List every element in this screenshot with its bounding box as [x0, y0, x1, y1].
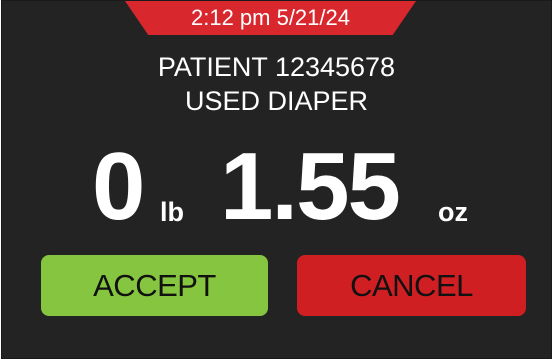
- timestamp-tab: 2:12 pm 5/21/24: [125, 1, 416, 35]
- item-description: USED DIAPER: [184, 86, 369, 116]
- cancel-button[interactable]: CANCEL: [297, 255, 526, 316]
- scale-screen: 2:12 pm 5/21/24 PATIENT 12345678 USED DI…: [1, 0, 552, 359]
- weight-readout: 0 lb 1.55 oz: [2, 129, 551, 237]
- timestamp-text: 2:12 pm 5/21/24: [190, 5, 350, 30]
- ounces-value: 1.55: [220, 133, 401, 240]
- pounds-unit: lb: [160, 197, 184, 227]
- ounces-unit: oz: [438, 197, 468, 227]
- accept-button[interactable]: ACCEPT: [41, 255, 268, 316]
- pounds-value: 0: [92, 133, 145, 240]
- patient-id: PATIENT 12345678: [157, 52, 396, 82]
